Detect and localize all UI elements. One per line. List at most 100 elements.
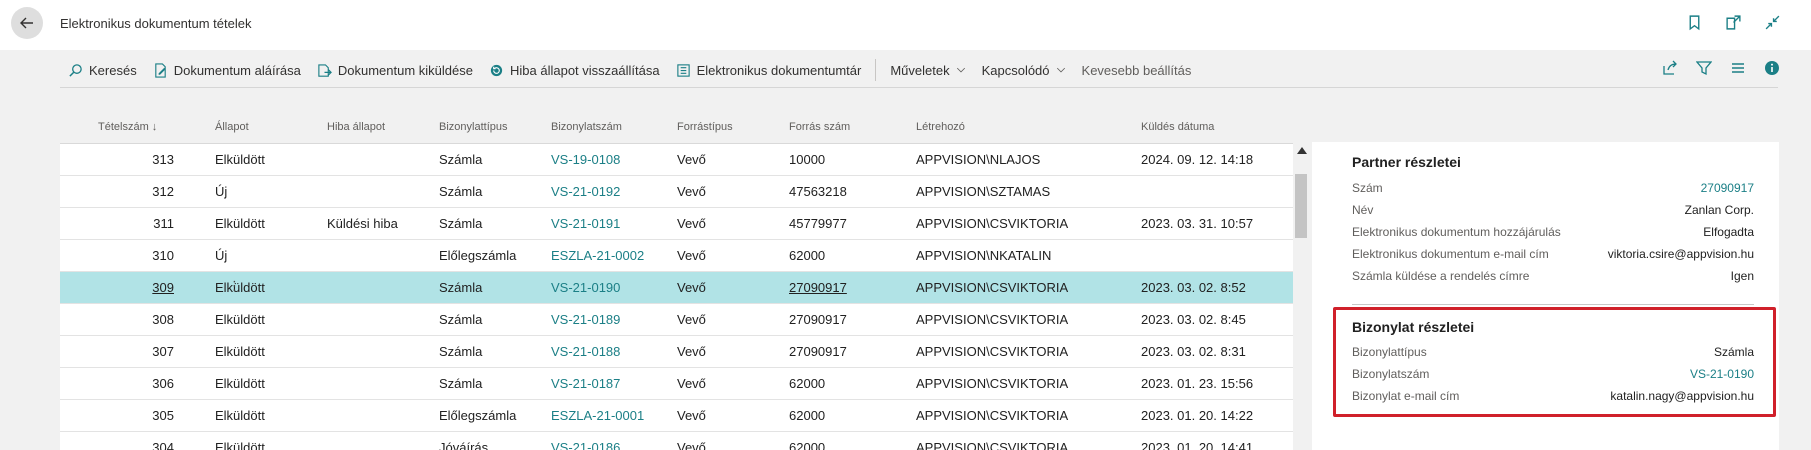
document-no-cell[interactable]: VS-19-0108 bbox=[551, 152, 620, 167]
entry-no-cell[interactable]: 306 bbox=[114, 376, 174, 391]
document-no-cell[interactable]: ESZLA-21-0001 bbox=[551, 408, 644, 423]
source-type-cell: Vevő bbox=[677, 280, 706, 295]
entry-no-cell[interactable]: 307 bbox=[114, 344, 174, 359]
source-no-cell: 62000 bbox=[789, 248, 826, 263]
open-new-window-icon[interactable] bbox=[1725, 14, 1742, 31]
table-row[interactable]: 308 Elküldött Számla VS-21-0189 Vevő 27090917… bbox=[60, 304, 1293, 336]
factbox-separator bbox=[1352, 304, 1754, 305]
scroll-up-icon[interactable] bbox=[1297, 147, 1307, 154]
actions-menu[interactable]: Műveletek bbox=[882, 55, 973, 85]
document-library-button[interactable]: Elektronikus dokumentumtár bbox=[668, 55, 870, 85]
entry-no-cell[interactable]: 313 bbox=[114, 152, 174, 167]
sent-date-cell: 2023. 03. 02. 8:45 bbox=[1141, 312, 1246, 327]
list-view-icon[interactable] bbox=[1730, 60, 1746, 76]
partner-field-label: Elektronikus dokumentum e-mail cím bbox=[1352, 247, 1549, 261]
source-type-cell: Vevő bbox=[677, 408, 706, 423]
entry-no-cell[interactable]: 305 bbox=[114, 408, 174, 423]
partner-field-value[interactable]: 27090917 bbox=[1701, 181, 1754, 195]
entry-no-cell[interactable]: 308 bbox=[114, 312, 174, 327]
status-cell: Elküldött bbox=[215, 440, 265, 450]
source-type-cell: Vevő bbox=[677, 184, 706, 199]
document-no-cell[interactable]: VS-21-0192 bbox=[551, 184, 620, 199]
document-no-cell[interactable]: VS-21-0188 bbox=[551, 344, 620, 359]
document-type-cell: Számla bbox=[439, 152, 483, 167]
sent-date-cell: 2023. 03. 02. 8:31 bbox=[1141, 344, 1246, 359]
chevron-down-icon bbox=[1056, 67, 1065, 73]
column-header-source-type[interactable]: Forrástípus bbox=[677, 121, 733, 133]
table-row[interactable]: 305 Elküldött Előlegszámla ESZLA-21-0001 Vev… bbox=[60, 400, 1293, 432]
chevron-down-icon bbox=[956, 67, 965, 73]
sign-document-button[interactable]: Dokumentum aláírása bbox=[145, 55, 309, 85]
partner-field-value: viktoria.csire@appvision.hu bbox=[1607, 247, 1754, 261]
filter-icon[interactable] bbox=[1696, 60, 1712, 76]
document-no-cell[interactable]: VS-21-0187 bbox=[551, 376, 620, 391]
source-no-cell: 10000 bbox=[789, 152, 826, 167]
table-row[interactable]: 309 Elküldött Számla VS-21-0190 Vevő 27090917… bbox=[60, 272, 1293, 304]
toolbar-divider bbox=[60, 87, 1778, 88]
collapse-icon[interactable] bbox=[1764, 14, 1781, 31]
created-by-cell: APPVISION\CSVIKTORIA bbox=[916, 344, 1069, 359]
document-no-cell[interactable]: VS-21-0191 bbox=[551, 216, 620, 231]
partner-field-value: Elfogadta bbox=[1703, 225, 1754, 239]
document-no-cell[interactable]: VS-21-0190 bbox=[551, 280, 620, 295]
column-header-error-status[interactable]: Hiba állapot bbox=[327, 121, 385, 133]
column-header-sent-date[interactable]: Küldés dátuma bbox=[1141, 121, 1214, 133]
column-header-entry-no[interactable]: Tételszám ↓ bbox=[98, 121, 157, 133]
created-by-cell: APPVISION\CSVIKTORIA bbox=[916, 280, 1069, 295]
toolbar-separator bbox=[875, 59, 877, 81]
partner-field-row: Számla küldése a rendelés címre Igen bbox=[1352, 269, 1754, 289]
document-type-cell: Számla bbox=[439, 376, 483, 391]
status-cell: Új bbox=[215, 184, 228, 199]
source-no-cell: 27090917 bbox=[789, 312, 847, 327]
table-row[interactable]: 311 Elküldött Küldési hiba Számla VS-21-0191… bbox=[60, 208, 1293, 240]
entry-no-cell[interactable]: 309 bbox=[114, 280, 174, 295]
table-row[interactable]: 312 Új Számla VS-21-0192 Vevő 47563218 APPVISI… bbox=[60, 176, 1293, 208]
document-no-cell[interactable]: VS-21-0186 bbox=[551, 440, 620, 450]
created-by-cell: APPVISION\SZTAMAS bbox=[916, 184, 1051, 199]
source-no-cell: 27090917 bbox=[789, 280, 847, 295]
document-type-cell: Jóváírás bbox=[439, 440, 489, 450]
column-header-source-no[interactable]: Forrás szám bbox=[789, 121, 850, 133]
search-button[interactable]: Keresés bbox=[60, 55, 145, 85]
table-row[interactable]: 304 Elküldött Jóváírás VS-21-0186 Vevő 62000 A… bbox=[60, 432, 1293, 450]
back-button[interactable] bbox=[11, 7, 43, 39]
send-document-button[interactable]: Dokumentum kiküldése bbox=[309, 55, 481, 85]
scroll-thumb[interactable] bbox=[1295, 174, 1307, 238]
table-row[interactable]: 306 Elküldött Számla VS-21-0187 Vevő 62000 APP… bbox=[60, 368, 1293, 400]
info-icon[interactable] bbox=[1764, 60, 1780, 76]
table-row[interactable]: 307 Elküldött Számla VS-21-0188 Vevő 27090917… bbox=[60, 336, 1293, 368]
related-menu[interactable]: Kapcsolódó bbox=[974, 55, 1074, 85]
page-title: Elektronikus dokumentum tételek bbox=[60, 16, 252, 31]
row-menu-icon[interactable]: ⋮ bbox=[228, 278, 241, 294]
document-no-cell[interactable]: ESZLA-21-0002 bbox=[551, 248, 644, 263]
document-no-cell[interactable]: VS-21-0189 bbox=[551, 312, 620, 327]
table-scrollbar[interactable] bbox=[1293, 142, 1309, 450]
sent-date-cell: 2023. 01. 20. 14:41 bbox=[1141, 440, 1254, 450]
entry-no-cell[interactable]: 304 bbox=[114, 440, 174, 450]
related-menu-label: Kapcsolódó bbox=[981, 62, 1050, 78]
share-icon[interactable] bbox=[1662, 60, 1678, 76]
column-header-document-type[interactable]: Bizonylattípus bbox=[439, 121, 507, 133]
entry-no-cell[interactable]: 310 bbox=[114, 248, 174, 263]
fewer-options-button[interactable]: Kevesebb beállítás bbox=[1074, 55, 1200, 85]
search-label: Keresés bbox=[89, 62, 137, 78]
highlight-frame bbox=[1333, 307, 1776, 417]
source-type-cell: Vevő bbox=[677, 376, 706, 391]
entry-no-cell[interactable]: 312 bbox=[114, 184, 174, 199]
bookmark-icon[interactable] bbox=[1686, 14, 1703, 31]
created-by-cell: APPVISION\CSVIKTORIA bbox=[916, 216, 1069, 231]
column-header-created-by[interactable]: Létrehozó bbox=[916, 121, 965, 133]
source-no-cell: 62000 bbox=[789, 376, 826, 391]
reset-status-button[interactable]: Hiba állapot visszaállítása bbox=[481, 55, 668, 85]
column-header-status[interactable]: Állapot bbox=[215, 121, 249, 133]
entry-no-cell[interactable]: 311 bbox=[114, 216, 174, 231]
sent-date-cell: 2024. 09. 12. 14:18 bbox=[1141, 152, 1254, 167]
source-type-cell: Vevő bbox=[677, 152, 706, 167]
table-row[interactable]: 310 Új Előlegszámla ESZLA-21-0002 Vevő 62000 A… bbox=[60, 240, 1293, 272]
column-header-document-no[interactable]: Bizonylatszám bbox=[551, 121, 622, 133]
document-type-cell: Számla bbox=[439, 312, 483, 327]
partner-field-row: Név Zanlan Corp. bbox=[1352, 203, 1754, 223]
table-header: Tételszám ↓ Állapot Hiba állapot Bizonyl… bbox=[60, 110, 1293, 144]
partner-field-value: Igen bbox=[1730, 269, 1754, 283]
table-row[interactable]: 313 Elküldött Számla VS-19-0108 Vevő 10000 APP… bbox=[60, 144, 1293, 176]
